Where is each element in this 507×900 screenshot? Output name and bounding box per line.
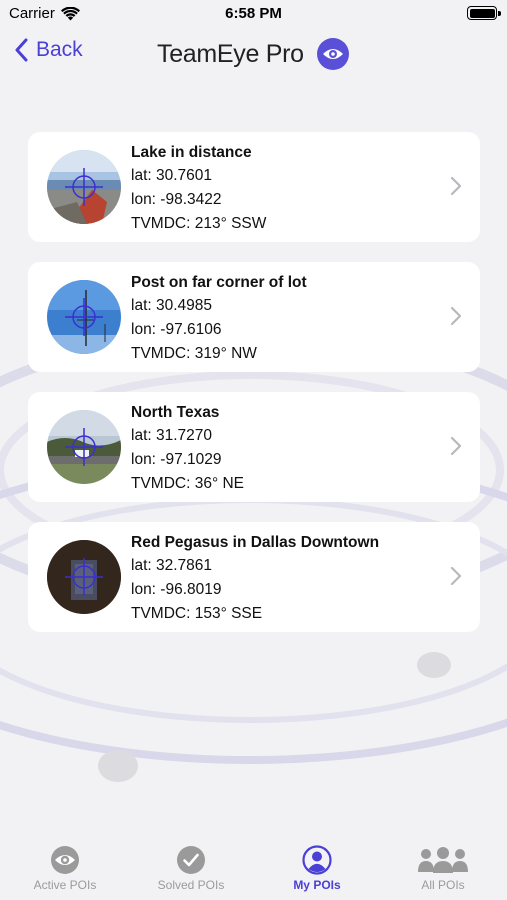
poi-name: Post on far corner of lot bbox=[131, 274, 307, 291]
navigation-bar: Back TeamEye Pro bbox=[0, 30, 507, 78]
poi-thumbnail-north-texas bbox=[47, 410, 121, 484]
tab-bar: Active POIs Solved POIs My POIs All POIs bbox=[0, 838, 507, 900]
poi-lat: lat: 30.4985 bbox=[131, 297, 213, 314]
poi-lon: lon: -97.1029 bbox=[131, 451, 222, 468]
poi-tvmdc: TVMDC: 213° SSW bbox=[131, 215, 267, 232]
poi-thumbnail-lake bbox=[47, 150, 121, 224]
poi-name: Lake in distance bbox=[131, 144, 252, 161]
poi-lon: lon: -98.3422 bbox=[131, 191, 222, 208]
poi-lat: lat: 32.7861 bbox=[131, 557, 213, 574]
poi-lon: lon: -96.8019 bbox=[131, 581, 222, 598]
eye-button[interactable] bbox=[317, 38, 349, 70]
tab-label: All POIs bbox=[421, 878, 465, 892]
chevron-right-icon bbox=[450, 436, 462, 456]
poi-name: Red Pegasus in Dallas Downtown bbox=[131, 534, 380, 551]
chevron-right-icon bbox=[450, 306, 462, 326]
battery-tip bbox=[498, 11, 501, 16]
page-title: TeamEye Pro bbox=[157, 40, 304, 68]
chevron-right-icon bbox=[450, 566, 462, 586]
poi-tvmdc: TVMDC: 153° SSE bbox=[131, 605, 263, 622]
group-icon bbox=[418, 847, 468, 873]
tab-label: My POIs bbox=[293, 878, 341, 892]
battery-icon bbox=[467, 6, 497, 20]
tab-all-pois[interactable]: All POIs bbox=[380, 838, 506, 900]
poi-name: North Texas bbox=[131, 404, 220, 421]
poi-thumbnail-post bbox=[47, 280, 121, 354]
chevron-right-icon bbox=[450, 176, 462, 196]
chevron-left-icon bbox=[15, 38, 28, 62]
poi-list: Lake in distance lat: 30.7601 lon: -98.3… bbox=[28, 132, 480, 652]
poi-tvmdc: TVMDC: 36° NE bbox=[131, 475, 244, 492]
poi-card[interactable]: Red Pegasus in Dallas Downtown lat: 32.7… bbox=[28, 522, 480, 632]
back-button[interactable]: Back bbox=[14, 38, 83, 62]
person-icon bbox=[302, 845, 332, 875]
tab-solved-pois[interactable]: Solved POIs bbox=[128, 838, 254, 900]
poi-lat: lat: 31.7270 bbox=[131, 427, 213, 444]
poi-lon: lon: -97.6106 bbox=[131, 321, 222, 338]
tab-my-pois[interactable]: My POIs bbox=[254, 838, 380, 900]
status-bar: Carrier 6:58 PM bbox=[0, 0, 507, 30]
poi-card[interactable]: Post on far corner of lot lat: 30.4985 l… bbox=[28, 262, 480, 372]
back-label: Back bbox=[36, 38, 83, 61]
poi-card[interactable]: Lake in distance lat: 30.7601 lon: -98.3… bbox=[28, 132, 480, 242]
poi-tvmdc: TVMDC: 319° NW bbox=[131, 345, 257, 362]
checkmark-icon bbox=[177, 846, 205, 874]
clock: 6:58 PM bbox=[225, 5, 282, 22]
eye-icon bbox=[51, 846, 79, 874]
eye-icon bbox=[323, 49, 343, 59]
tab-active-pois[interactable]: Active POIs bbox=[2, 838, 128, 900]
poi-card[interactable]: North Texas lat: 31.7270 lon: -97.1029 T… bbox=[28, 392, 480, 502]
tab-label: Active POIs bbox=[33, 878, 97, 892]
poi-thumbnail-red-pegasus bbox=[47, 540, 121, 614]
tab-label: Solved POIs bbox=[157, 878, 225, 892]
poi-lat: lat: 30.7601 bbox=[131, 167, 213, 184]
